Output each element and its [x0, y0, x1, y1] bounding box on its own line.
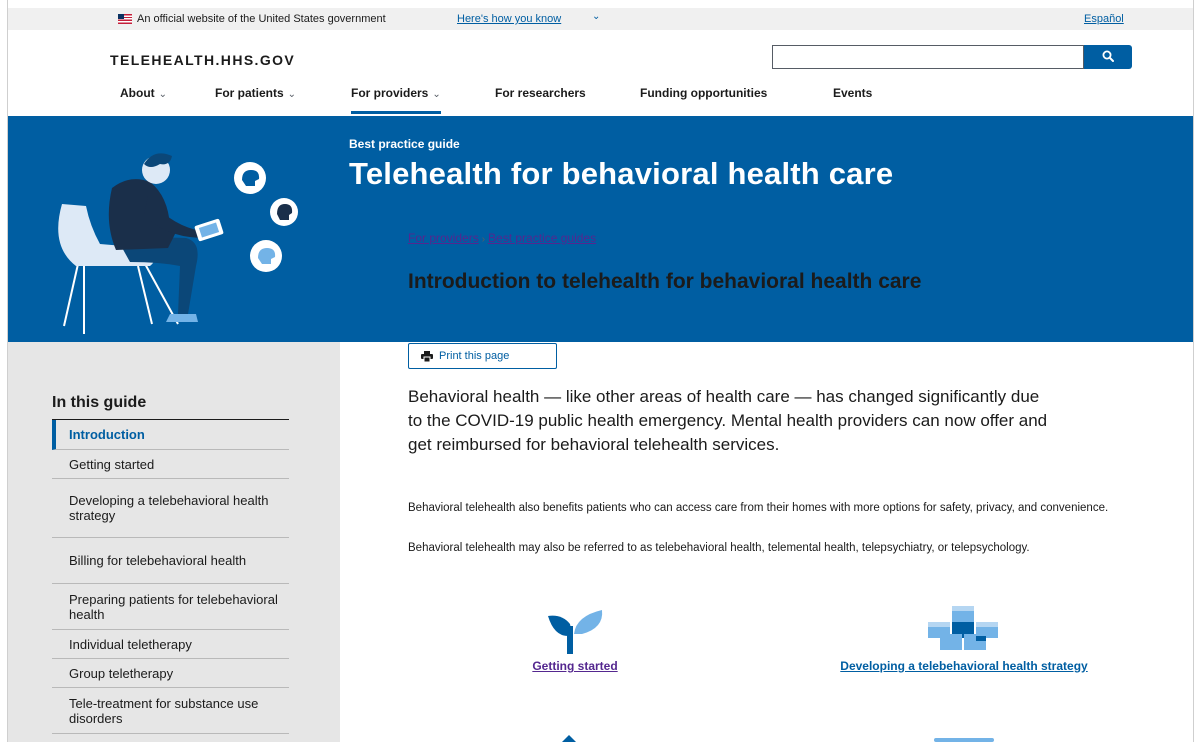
sidebar-item-getting-started[interactable]: Getting started: [52, 450, 289, 479]
nav-label: Funding opportunities: [640, 86, 768, 100]
us-flag-icon: [118, 14, 132, 24]
building-blocks-icon: [928, 606, 998, 650]
sprout-icon: [548, 610, 603, 654]
espanol-link[interactable]: Español: [1084, 13, 1124, 25]
hero-title: Telehealth for behavioral health care: [349, 156, 894, 191]
viewport-left-border: [0, 0, 8, 742]
search-button[interactable]: [1084, 45, 1132, 69]
chevron-down-icon: ⌄: [158, 89, 168, 100]
card-link-getting-started[interactable]: Getting started: [500, 657, 650, 676]
sidebar-item-label: Group teletherapy: [69, 665, 174, 681]
gov-banner: An official website of the United States…: [8, 8, 1193, 30]
print-button[interactable]: Print this page: [408, 343, 557, 369]
card-link-developing-strategy[interactable]: Developing a telebehavioral health strat…: [834, 657, 1094, 676]
sidebar-item-group-teletherapy[interactable]: Group teletherapy: [52, 659, 289, 688]
print-button-label: Print this page: [439, 350, 510, 362]
sidebar-title: In this guide: [52, 394, 147, 411]
sidebar-item-label: Getting started: [69, 456, 155, 472]
page-title: Introduction to telehealth for behaviora…: [408, 270, 922, 293]
lead-paragraph: Behavioral health — like other areas of …: [408, 387, 1048, 454]
nav-item-for-patients[interactable]: For patients ⌄: [215, 86, 296, 114]
sidebar-item-label: Preparing patients for telebehavioral he…: [69, 591, 278, 622]
sidebar-item-label: Developing a telebehavioral health strat…: [69, 493, 269, 523]
partial-card-icon: [562, 735, 576, 742]
body-paragraph: Behavioral telehealth may also be referr…: [408, 542, 1030, 554]
how-you-know-link[interactable]: Here's how you know: [457, 13, 561, 25]
breadcrumb-link-for-providers[interactable]: For providers: [408, 231, 479, 245]
site-title[interactable]: TELEHEALTH.HHS.GOV: [110, 52, 295, 68]
breadcrumb-separator: ›: [481, 234, 486, 245]
hero-eyebrow: Best practice guide: [349, 137, 460, 151]
nav-label: About: [120, 86, 155, 100]
nav-item-for-providers[interactable]: For providers ⌄: [351, 86, 441, 114]
body-paragraph: Behavioral telehealth also benefits pati…: [408, 502, 1109, 514]
breadcrumb-link-best-practice-guides[interactable]: Best practice guides: [488, 231, 596, 245]
chevron-down-icon: ⌄: [432, 89, 441, 100]
sidebar-nav: Introduction Getting started Developing …: [52, 420, 289, 734]
search-icon: [1102, 50, 1114, 62]
sidebar-item-label: Introduction: [69, 427, 145, 442]
chevron-down-icon: ⌄: [287, 89, 297, 100]
nav-item-events[interactable]: Events: [833, 86, 872, 114]
sidebar-item-introduction[interactable]: Introduction: [52, 420, 289, 450]
nav-label: For providers: [351, 86, 429, 100]
sidebar-item-preparing-patients[interactable]: Preparing patients for telebehavioral he…: [52, 584, 289, 630]
breadcrumb: For providers › Best practice guides: [408, 231, 596, 245]
print-icon: [421, 351, 433, 362]
official-site-text: An official website of the United States…: [137, 13, 386, 25]
nav-label: Events: [833, 86, 873, 100]
search-input[interactable]: [772, 45, 1084, 69]
nav-label: For researchers: [495, 86, 586, 100]
nav-item-funding-opportunities[interactable]: Funding opportunities: [640, 86, 767, 114]
sidebar-item-tele-treatment-sud[interactable]: Tele-treatment for substance use disorde…: [52, 688, 289, 734]
nav-item-about[interactable]: About ⌄: [120, 86, 167, 114]
nav-item-for-researchers[interactable]: For researchers: [495, 86, 586, 114]
nav-label: For patients: [215, 86, 284, 100]
sidebar-item-label: Individual teletherapy: [69, 636, 192, 652]
person-with-tablet-illustration: [58, 153, 298, 334]
sidebar-item-developing-strategy[interactable]: Developing a telebehavioral health strat…: [52, 479, 289, 538]
chevron-down-icon[interactable]: ⌄: [592, 11, 600, 22]
partial-card-icon: [934, 738, 994, 742]
sidebar-item-individual-teletherapy[interactable]: Individual teletherapy: [52, 630, 289, 659]
sidebar-item-label: Tele-treatment for substance use disorde…: [69, 695, 259, 726]
sidebar-item-label: Billing for telebehavioral health: [69, 553, 247, 568]
sidebar-item-billing[interactable]: Billing for telebehavioral health: [52, 538, 289, 584]
